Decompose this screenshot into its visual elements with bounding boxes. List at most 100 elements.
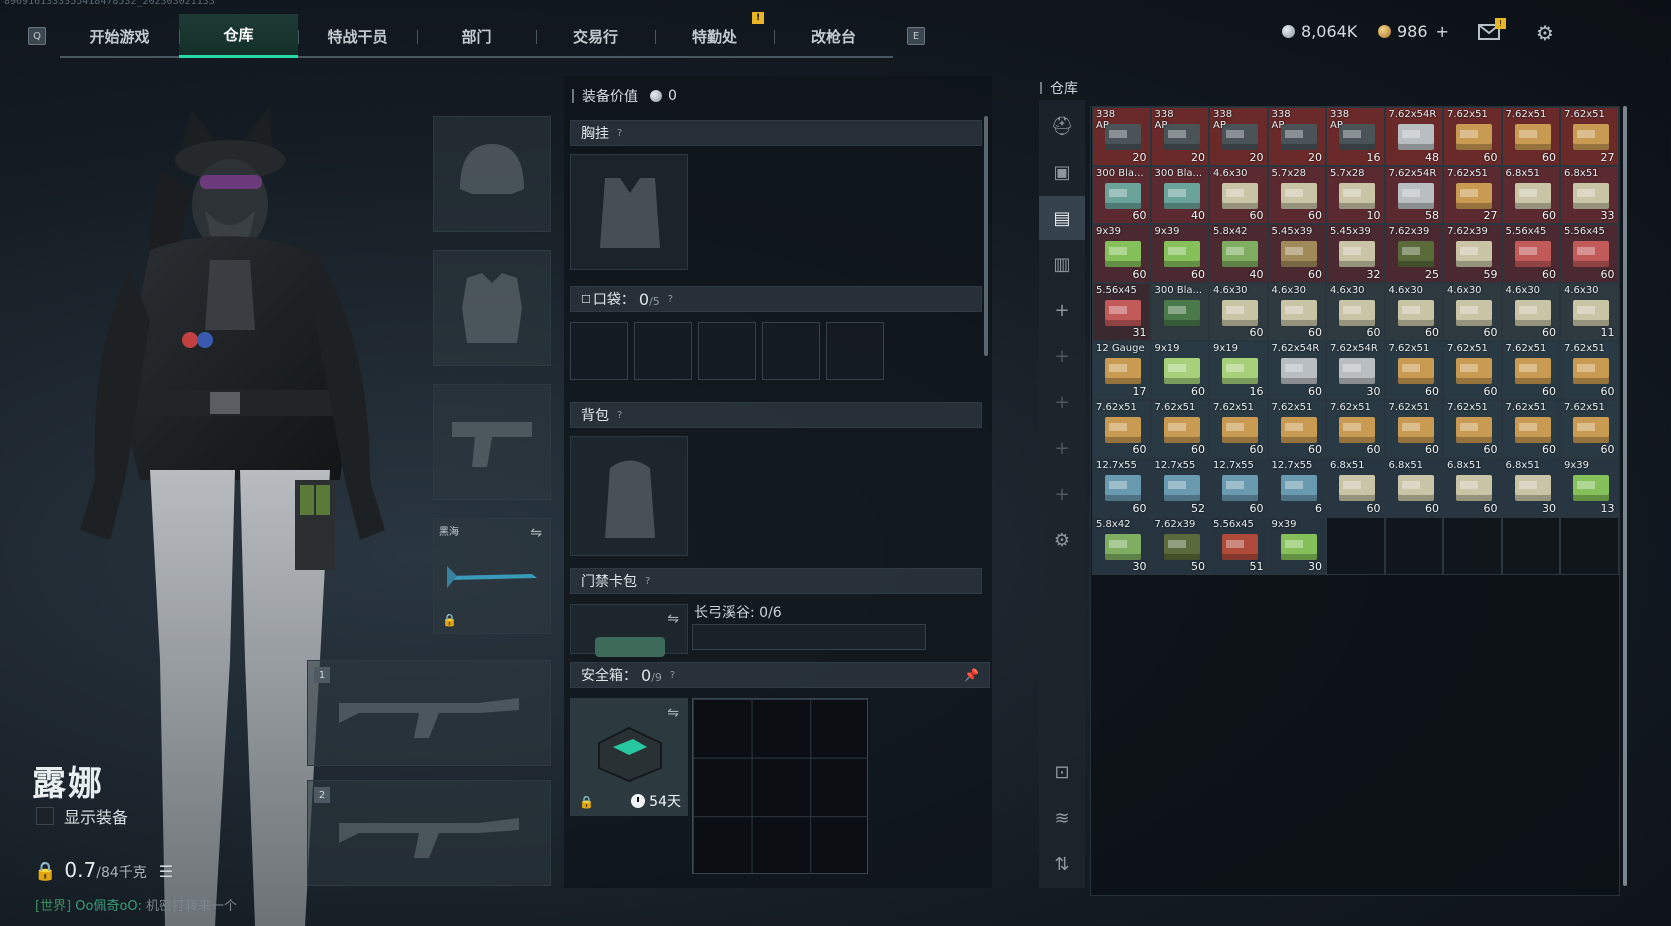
nav-prev-key[interactable]: Q [28,27,46,45]
help-icon[interactable]: ? [645,576,650,587]
storage-settings-icon[interactable]: ⚙ [1039,518,1085,562]
ammo-item[interactable]: 9x19 16 [1209,341,1268,400]
ammo-item[interactable]: 9x39 13 [1560,458,1619,517]
ammo-item[interactable]: 7.62x39 50 [1150,516,1209,575]
ammo-item[interactable]: 5.8x42 30 [1092,516,1151,575]
helmet-slot[interactable] [433,116,551,232]
ammo-item[interactable]: 338 AP 20 [1209,107,1268,166]
help-icon[interactable]: ? [617,128,622,139]
gold-balance[interactable]: 986 + [1378,22,1449,41]
ammo-item[interactable]: 7.62x51 60 [1501,107,1560,166]
ammo-item[interactable]: 9x39 60 [1092,224,1151,283]
pocket-slot[interactable] [762,322,820,380]
ammo-item[interactable]: 6.8x51 30 [1501,458,1560,517]
empty-slot[interactable] [1326,516,1385,575]
ammo-item[interactable]: 7.62x39 25 [1384,224,1443,283]
pin-icon[interactable]: 📌 [964,668,979,682]
sort-icon[interactable]: ⊡ [1039,750,1085,794]
pistol-slot[interactable] [433,384,551,500]
ammo-item[interactable]: 5.45x39 32 [1326,224,1385,283]
ammo-item[interactable]: 4.6x30 60 [1443,282,1502,341]
ammo-item[interactable]: 7.62x51 60 [1560,341,1619,400]
arrange-icon[interactable]: ⇅ [1039,842,1085,886]
ammo-item[interactable]: 7.62x39 59 [1443,224,1502,283]
ammo-item[interactable]: 5.7x28 60 [1267,165,1326,224]
ammo-item[interactable]: 6.8x51 60 [1501,165,1560,224]
storage-3-icon[interactable]: ▥ [1039,242,1085,286]
add-storage-icon[interactable]: + [1039,334,1085,378]
primary-weapon-slot-1[interactable]: 1 [307,660,551,766]
nav-next-key[interactable]: E [907,27,925,45]
ammo-item[interactable]: 7.62x51 60 [1267,399,1326,458]
add-storage-icon[interactable]: + [1039,380,1085,424]
layers-icon[interactable]: ≋ [1039,796,1085,840]
empty-slot[interactable] [1384,516,1443,575]
empty-slot[interactable] [1560,516,1619,575]
ammo-item[interactable]: 7.62x51 60 [1209,399,1268,458]
add-storage-icon[interactable]: + [1039,426,1085,470]
ammo-item[interactable]: 5.7x28 10 [1326,165,1385,224]
ammo-item[interactable]: 300 Bla... [1150,282,1209,341]
ammo-item[interactable]: 7.62x54R 60 [1267,341,1326,400]
ammo-item[interactable]: 5.45x39 60 [1267,224,1326,283]
tab-0[interactable]: 开始游戏 [60,14,179,58]
ammo-item[interactable]: 4.6x30 60 [1501,282,1560,341]
swap-icon[interactable]: ⇋ [667,611,679,627]
add-storage-icon[interactable]: + [1039,472,1085,516]
safe-box-grid[interactable] [692,698,868,874]
ammo-item[interactable]: 7.62x51 60 [1384,399,1443,458]
empty-slot[interactable] [1501,516,1560,575]
mail-icon[interactable]: ! [1478,18,1506,42]
pocket-slot[interactable] [698,322,756,380]
ammo-item[interactable]: 5.56x45 51 [1209,516,1268,575]
silver-balance[interactable]: 8,064K [1282,22,1357,41]
help-icon[interactable]: ? [668,294,673,305]
safe-box-slot[interactable]: ⇋ 🔒 54天 [570,698,688,816]
tab-1[interactable]: 仓库 [179,14,298,58]
ammo-item[interactable]: 12.7x55 60 [1209,458,1268,517]
tab-2[interactable]: 特战干员 [298,14,417,58]
ammo-item[interactable]: 7.62x51 27 [1443,165,1502,224]
ammo-item[interactable]: 4.6x30 60 [1209,282,1268,341]
swap-icon[interactable]: ⇋ [667,705,679,721]
tab-4[interactable]: 交易行 [536,14,655,58]
pocket-slot[interactable] [570,322,628,380]
ammo-item[interactable]: 7.62x51 60 [1384,341,1443,400]
helmet-filter-icon[interactable]: ⛑ [1039,104,1085,148]
swap-icon[interactable]: ⇋ [530,525,542,541]
weight-details-icon[interactable]: ☰ [159,862,173,881]
show-gear-checkbox[interactable] [36,807,54,825]
chest-rig-slot[interactable] [570,154,688,270]
ammo-item[interactable]: 5.56x45 31 [1092,282,1151,341]
ammo-item[interactable]: 4.6x30 11 [1560,282,1619,341]
ammo-item[interactable]: 6.8x51 60 [1326,458,1385,517]
ammo-item[interactable]: 4.6x30 60 [1209,165,1268,224]
ammo-item[interactable]: 4.6x30 60 [1326,282,1385,341]
help-icon[interactable]: ? [670,670,675,681]
ammo-item[interactable]: 5.56x45 60 [1501,224,1560,283]
ammo-item[interactable]: 338 AP 16 [1326,107,1385,166]
keycard-slot[interactable]: ⇋ [570,604,688,657]
empty-slot[interactable] [1443,516,1502,575]
ammo-item[interactable]: 7.62x51 60 [1092,399,1151,458]
ammo-item[interactable]: 4.6x30 60 [1384,282,1443,341]
show-gear-toggle[interactable]: 显示装备 [36,804,128,828]
ammo-item[interactable]: 300 Bla... 60 [1092,165,1151,224]
ammo-item[interactable]: 338 AP 20 [1267,107,1326,166]
pocket-slot[interactable] [634,322,692,380]
world-chat-line[interactable]: [世界] Oo佩奇oO: 机密打转来一个 [35,895,237,914]
ammo-item[interactable]: 7.62x51 60 [1501,399,1560,458]
tab-5[interactable]: 特勤处! [655,12,774,58]
ammo-item[interactable]: 7.62x51 60 [1150,399,1209,458]
settings-gear-icon[interactable]: ⚙ [1534,23,1556,43]
ammo-item[interactable]: 7.62x51 60 [1443,399,1502,458]
equipment-scrollbar[interactable] [984,116,988,356]
tab-6[interactable]: 改枪台 [774,14,893,58]
ammo-item[interactable]: 7.62x54R 48 [1384,107,1443,166]
ammo-item[interactable]: 7.62x54R 30 [1326,341,1385,400]
ammo-item[interactable]: 7.62x51 60 [1501,341,1560,400]
storage-2-icon[interactable]: ▤ [1039,196,1085,240]
ammo-item[interactable]: 12.7x55 60 [1092,458,1151,517]
ammo-item[interactable]: 9x39 60 [1150,224,1209,283]
primary-weapon-slot-2[interactable]: 2 [307,780,551,886]
